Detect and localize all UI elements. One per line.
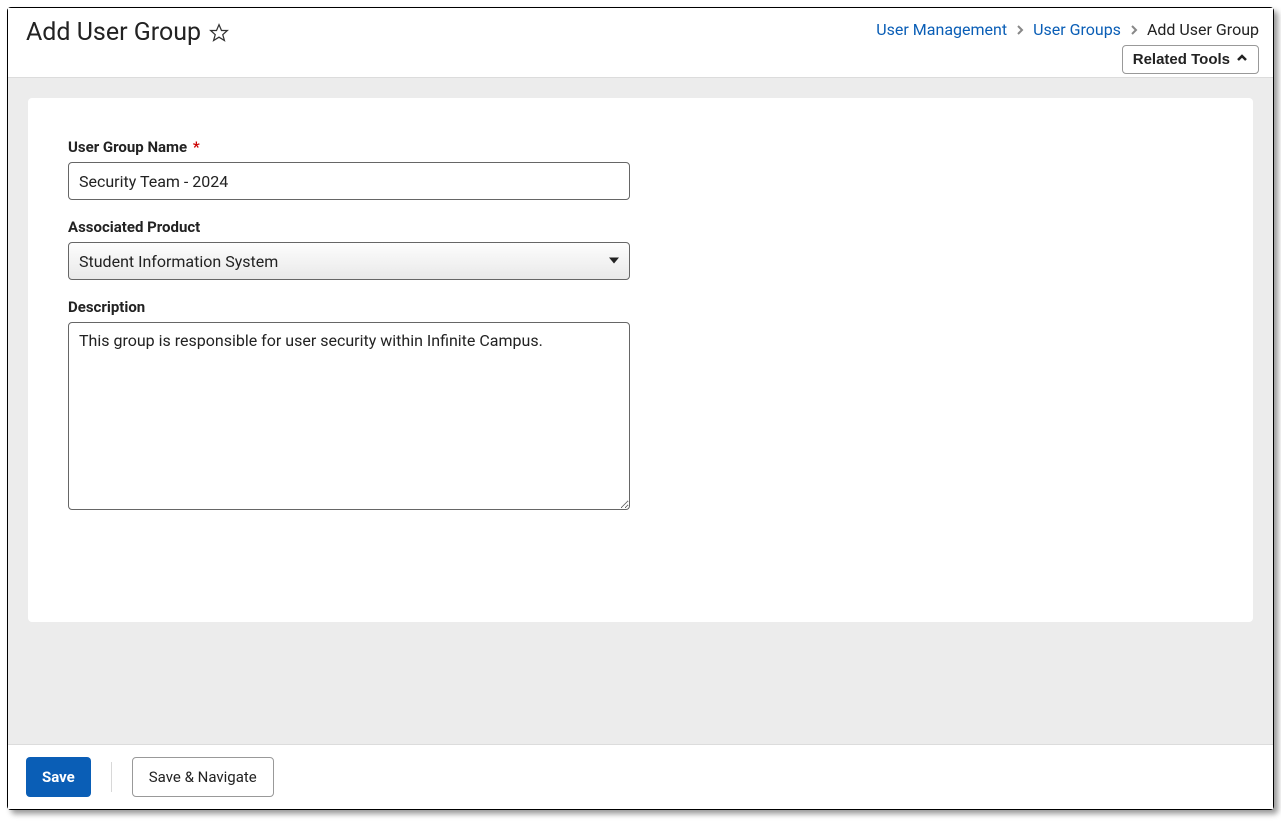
breadcrumb: User Management User Groups Add User Gro… bbox=[876, 16, 1259, 39]
breadcrumb-link-user-management[interactable]: User Management bbox=[876, 20, 1007, 39]
chevron-right-icon bbox=[1127, 23, 1141, 37]
header-right: User Management User Groups Add User Gro… bbox=[876, 16, 1259, 74]
form-panel: User Group Name * Associated Product Stu… bbox=[28, 98, 1253, 622]
chevron-up-icon bbox=[1236, 51, 1248, 68]
breadcrumb-current: Add User Group bbox=[1147, 20, 1259, 39]
breadcrumb-link-user-groups[interactable]: User Groups bbox=[1033, 20, 1121, 39]
page-title: Add User Group bbox=[26, 18, 201, 47]
form-group-product: Associated Product Student Information S… bbox=[68, 218, 1213, 280]
title-area: Add User Group bbox=[26, 16, 229, 47]
chevron-right-icon bbox=[1013, 23, 1027, 37]
user-group-name-input[interactable] bbox=[68, 162, 630, 200]
favorite-star-icon[interactable] bbox=[209, 23, 229, 43]
page-header: Add User Group User Management User Grou… bbox=[8, 8, 1273, 78]
content-area: User Group Name * Associated Product Stu… bbox=[8, 78, 1273, 809]
associated-product-value: Student Information System bbox=[68, 242, 630, 280]
related-tools-label: Related Tools bbox=[1133, 51, 1230, 68]
related-tools-button[interactable]: Related Tools bbox=[1122, 45, 1259, 74]
form-group-description: Description bbox=[68, 298, 1213, 514]
footer-actions: Save Save & Navigate bbox=[8, 744, 1273, 809]
form-group-name: User Group Name * bbox=[68, 138, 1213, 200]
save-button[interactable]: Save bbox=[26, 757, 91, 797]
button-divider bbox=[111, 762, 112, 792]
required-indicator: * bbox=[193, 138, 200, 156]
user-group-name-label: User Group Name * bbox=[68, 138, 1213, 156]
description-label: Description bbox=[68, 298, 1213, 316]
associated-product-select[interactable]: Student Information System bbox=[68, 242, 630, 280]
associated-product-label: Associated Product bbox=[68, 218, 1213, 236]
description-textarea[interactable] bbox=[68, 322, 630, 510]
save-navigate-button[interactable]: Save & Navigate bbox=[132, 757, 274, 797]
app-frame: Add User Group User Management User Grou… bbox=[7, 7, 1274, 810]
